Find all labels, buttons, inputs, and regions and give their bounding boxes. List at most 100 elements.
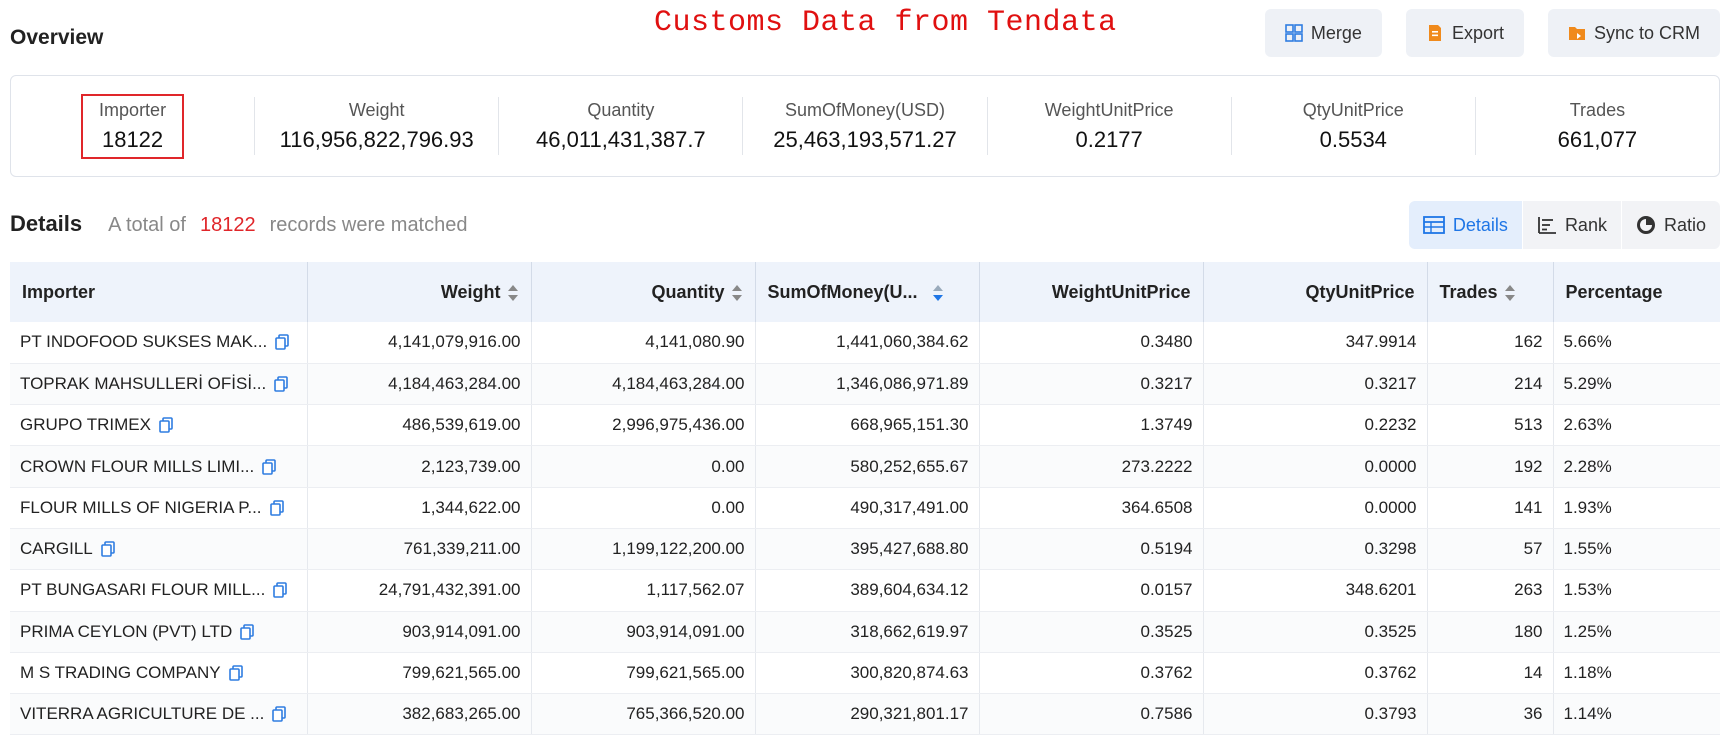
column-header-importer: Importer [10,262,308,322]
table-cell: 0.3217 [1203,363,1428,406]
table-cell: 2.28% [1553,445,1720,488]
column-label: Quantity [651,281,725,302]
copy-icon[interactable] [275,334,289,351]
overview-title: Overview [10,26,104,49]
export-button[interactable]: Export [1405,9,1524,57]
stat-importer-highlight: Importer 18122 [81,93,185,159]
importer-name-link[interactable]: FLOUR MILLS OF NIGERIA P... [20,498,262,518]
table-cell: 57 [1427,528,1554,571]
copy-icon[interactable] [100,541,115,557]
stat-label: SumOfMoney(USD) [784,99,945,120]
cell-importer: PT INDOFOOD SUKSES MAK... [10,322,308,364]
cell-importer: FLOUR MILLS OF NIGERIA P... [10,487,308,529]
column-label: Importer [22,281,96,302]
table-cell: 1.53% [1553,569,1720,612]
importer-name-link[interactable]: VITERRA AGRICULTURE DE ... [20,704,264,724]
stat-importer[interactable]: Importer 18122 [11,93,256,159]
sort-icon[interactable] [507,284,519,302]
table-cell: 5.29% [1553,363,1720,406]
sync-crm-button[interactable]: Sync to CRM [1547,9,1720,57]
table-row: PRIMA CEYLON (PVT) LTD 903,914,091.00 903,… [10,611,1720,653]
table-cell: 382,683,265.00 [307,693,532,736]
table-cell: 0.5194 [979,528,1204,571]
table-cell: 0.0000 [1203,487,1428,529]
table-row: M S TRADING COMPANY 799,621,565.00 799,621… [10,652,1720,695]
stat-weight-unit-price: WeightUnitPrice 0.2177 [988,97,1232,155]
table-cell: 395,427,688.80 [755,528,980,571]
table-row: CARGILL 761,339,211.00 1,199,122,200.00 395… [10,528,1720,571]
top-actions: Merge Export Sync to CRM [1264,9,1720,57]
table-cell: 0.2232 [1203,404,1428,447]
column-header-weight[interactable]: Weight [307,262,532,322]
table-cell: 0.3762 [979,652,1204,695]
stat-value: 46,011,431,387.7 [536,126,706,152]
table-cell: 192 [1427,445,1554,488]
sort-icon[interactable] [731,284,743,302]
importer-name-link[interactable]: PRIMA CEYLON (PVT) LTD [20,622,232,642]
stat-sum-of-money: SumOfMoney(USD) 25,463,193,571.27 [743,97,988,155]
table-row: GRUPO TRIMEX 486,539,619.00 2,996,975,436.… [10,404,1720,447]
stat-label: Weight [348,99,405,120]
importer-name-link[interactable]: PT BUNGASARI FLOUR MILL... [20,580,265,600]
table-cell: 141 [1427,487,1554,529]
details-view-button[interactable]: Details [1408,201,1522,249]
importer-name-link[interactable]: M S TRADING COMPANY [20,663,221,683]
importer-name-wrap: GRUPO TRIMEX [20,415,297,435]
summary-prefix: A total of [108,214,186,236]
table-cell: 1.14% [1553,693,1720,736]
ratio-icon [1636,216,1655,234]
table-cell: 263 [1427,569,1554,612]
table-cell: 0.00 [531,487,756,529]
column-header-trades[interactable]: Trades [1427,262,1554,322]
importer-name-link[interactable]: TOPRAK MAHSULLERİ OFİSİ... [20,374,266,394]
importer-name-wrap: PT INDOFOOD SUKSES MAK... [20,332,297,352]
copy-icon[interactable] [274,376,289,392]
table-cell: 1.55% [1553,528,1720,571]
importer-name-wrap: PRIMA CEYLON (PVT) LTD [20,622,297,642]
table-cell: 1,344,622.00 [307,487,532,529]
column-header-sum-of-money[interactable]: SumOfMoney(U... [755,262,980,322]
copy-icon[interactable] [269,500,284,516]
stat-value: 0.2177 [1075,126,1143,152]
records-summary: A total of 18122 records were matched [108,214,467,237]
stat-label: QtyUnitPrice [1302,99,1404,120]
stat-value: 25,463,193,571.27 [773,126,957,152]
copy-icon[interactable] [272,706,287,723]
table-cell: 24,791,432,391.00 [307,569,532,612]
table-cell: 0.00 [531,445,756,488]
table-cell: 903,914,091.00 [531,611,756,653]
importer-name-link[interactable]: PT INDOFOOD SUKSES MAK... [20,332,267,352]
merge-label: Merge [1310,22,1362,43]
importer-name-link[interactable]: CARGILL [20,539,93,559]
rank-view-button[interactable]: Rank [1521,201,1621,249]
column-header-quantity[interactable]: Quantity [531,262,756,322]
table-cell: 4,184,463,284.00 [307,363,532,406]
column-label: WeightUnitPrice [1051,281,1191,302]
copy-icon[interactable] [159,417,173,434]
copy-icon[interactable] [240,623,255,640]
table-cell: 180 [1427,611,1554,653]
merge-button[interactable]: Merge [1264,9,1382,57]
copy-icon[interactable] [273,582,288,599]
copy-icon[interactable] [228,665,243,681]
table-cell: 348.6201 [1203,569,1428,612]
table-cell: 318,662,619.97 [755,611,980,653]
table-cell: 347.9914 [1203,322,1428,364]
stat-label: Quantity [587,99,655,120]
table-cell: 214 [1427,363,1554,406]
sort-icon[interactable] [1504,284,1516,302]
rank-view-label: Rank [1564,214,1607,235]
export-icon [1428,25,1441,41]
ratio-view-button[interactable]: Ratio [1620,201,1720,249]
importer-name-link[interactable]: CROWN FLOUR MILLS LIMI... [20,457,254,477]
table-cell: 903,914,091.00 [307,611,532,653]
table-cell: 490,317,491.00 [755,487,980,529]
importer-name-wrap: VITERRA AGRICULTURE DE ... [20,704,297,724]
table-cell: 0.0000 [1203,445,1428,488]
importer-name-link[interactable]: GRUPO TRIMEX [20,415,151,435]
table-cell: 580,252,655.67 [755,445,980,488]
copy-icon[interactable] [262,458,277,475]
sort-desc-icon[interactable] [932,284,944,302]
table-row: TOPRAK MAHSULLERİ OFİSİ... 4,184,463,284.… [10,363,1720,406]
table-cell: 0.3762 [1203,652,1428,695]
